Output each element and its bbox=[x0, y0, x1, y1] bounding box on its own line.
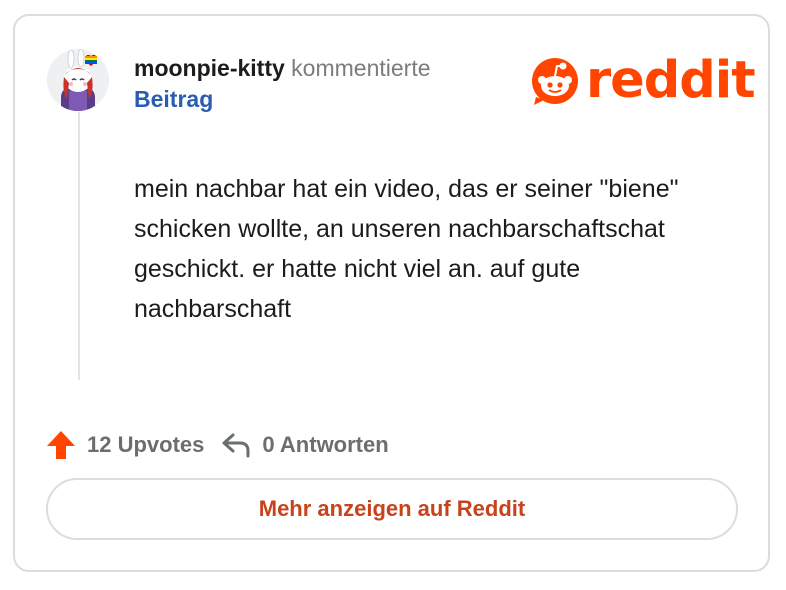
action-bar: 12 Upvotes 0 Antworten bbox=[45, 428, 389, 462]
upvote-arrow-icon[interactable] bbox=[45, 429, 77, 461]
username[interactable]: moonpie-kitty bbox=[134, 55, 285, 81]
reddit-snoo-icon bbox=[532, 58, 578, 105]
comment-body: mein nachbar hat ein video, das er seine… bbox=[134, 175, 679, 323]
view-more-on-reddit-button[interactable]: Mehr anzeigen auf Reddit bbox=[46, 478, 738, 540]
reply-count: 0 Antworten bbox=[262, 432, 389, 457]
upvote-count: 12 Upvotes bbox=[87, 432, 205, 457]
avatar-icon bbox=[47, 49, 109, 111]
comment-header: moonpie-kitty kommentierte Beitrag bbox=[134, 53, 514, 115]
avatar[interactable] bbox=[47, 49, 109, 111]
thread-line bbox=[78, 112, 80, 380]
action-text: kommentierte bbox=[284, 55, 431, 81]
post-link[interactable]: Beitrag bbox=[134, 84, 514, 115]
reddit-wordmark: reddit bbox=[586, 51, 756, 110]
reply-button[interactable]: 0 Antworten bbox=[220, 429, 389, 461]
reddit-logo[interactable]: reddit bbox=[530, 51, 756, 110]
reply-arrow-icon bbox=[220, 429, 252, 461]
